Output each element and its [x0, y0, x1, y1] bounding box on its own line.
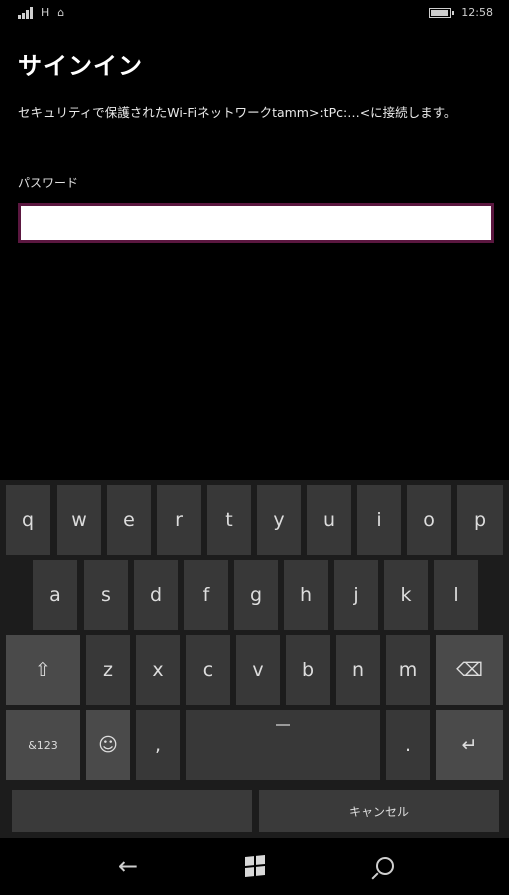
- signal-icon: [18, 6, 33, 19]
- search-icon: [376, 857, 394, 875]
- connection-message: セキュリティで保護されたWi-Fiネットワークtamm>:tPc:…<に接続しま…: [18, 105, 457, 120]
- shift-key[interactable]: ⇧: [6, 635, 80, 705]
- key-h[interactable]: h: [284, 560, 328, 630]
- search-button[interactable]: [365, 850, 405, 882]
- back-button[interactable]: ←: [108, 850, 148, 882]
- status-right: 12:58: [429, 6, 493, 19]
- key-q[interactable]: q: [6, 485, 50, 555]
- sim-icon: ⌂: [57, 6, 65, 19]
- start-button[interactable]: [235, 850, 275, 882]
- key-c[interactable]: c: [186, 635, 230, 705]
- backspace-key[interactable]: ⌫: [436, 635, 503, 705]
- emoji-key[interactable]: ☺: [86, 710, 130, 780]
- cancel-button[interactable]: キャンセル: [259, 790, 499, 832]
- password-label: パスワード: [18, 176, 79, 190]
- back-arrow-icon: ←: [117, 852, 139, 880]
- key-l[interactable]: l: [434, 560, 478, 630]
- key-n[interactable]: n: [336, 635, 380, 705]
- key-k[interactable]: k: [384, 560, 428, 630]
- page-title: サインイン: [18, 52, 143, 80]
- key-g[interactable]: g: [234, 560, 278, 630]
- emoji-icon: ☺: [98, 734, 118, 756]
- key-f[interactable]: f: [184, 560, 228, 630]
- done-button[interactable]: [12, 790, 252, 832]
- key-s[interactable]: s: [84, 560, 128, 630]
- on-screen-keyboard: q w e r t y u i o p a s d f g h j k l ⇧ …: [0, 480, 509, 838]
- enter-key[interactable]: ↵: [436, 710, 503, 780]
- key-t[interactable]: t: [207, 485, 251, 555]
- key-m[interactable]: m: [386, 635, 430, 705]
- numbers-mode-key[interactable]: &123: [6, 710, 80, 780]
- key-j[interactable]: j: [334, 560, 378, 630]
- key-a[interactable]: a: [33, 560, 77, 630]
- windows-icon: [245, 854, 265, 878]
- status-left: H ⌂: [18, 6, 64, 19]
- key-w[interactable]: w: [57, 485, 101, 555]
- enter-icon: ↵: [461, 734, 478, 756]
- comma-key[interactable]: ,: [136, 710, 180, 780]
- key-z[interactable]: z: [86, 635, 130, 705]
- key-u[interactable]: u: [307, 485, 351, 555]
- backspace-icon: ⌫: [456, 659, 483, 681]
- key-r[interactable]: r: [157, 485, 201, 555]
- clock: 12:58: [461, 6, 493, 19]
- key-d[interactable]: d: [134, 560, 178, 630]
- key-i[interactable]: i: [357, 485, 401, 555]
- navigation-bar: ←: [0, 838, 509, 895]
- battery-icon: [429, 7, 455, 18]
- password-input[interactable]: [18, 203, 494, 243]
- key-o[interactable]: o: [407, 485, 451, 555]
- key-v[interactable]: v: [236, 635, 280, 705]
- key-e[interactable]: e: [107, 485, 151, 555]
- key-b[interactable]: b: [286, 635, 330, 705]
- status-bar: H ⌂ 12:58: [0, 0, 509, 26]
- space-key[interactable]: [186, 710, 380, 780]
- key-x[interactable]: x: [136, 635, 180, 705]
- key-p[interactable]: p: [457, 485, 503, 555]
- network-type: H: [41, 6, 50, 19]
- shift-icon: ⇧: [35, 659, 51, 681]
- period-key[interactable]: .: [386, 710, 430, 780]
- key-y[interactable]: y: [257, 485, 301, 555]
